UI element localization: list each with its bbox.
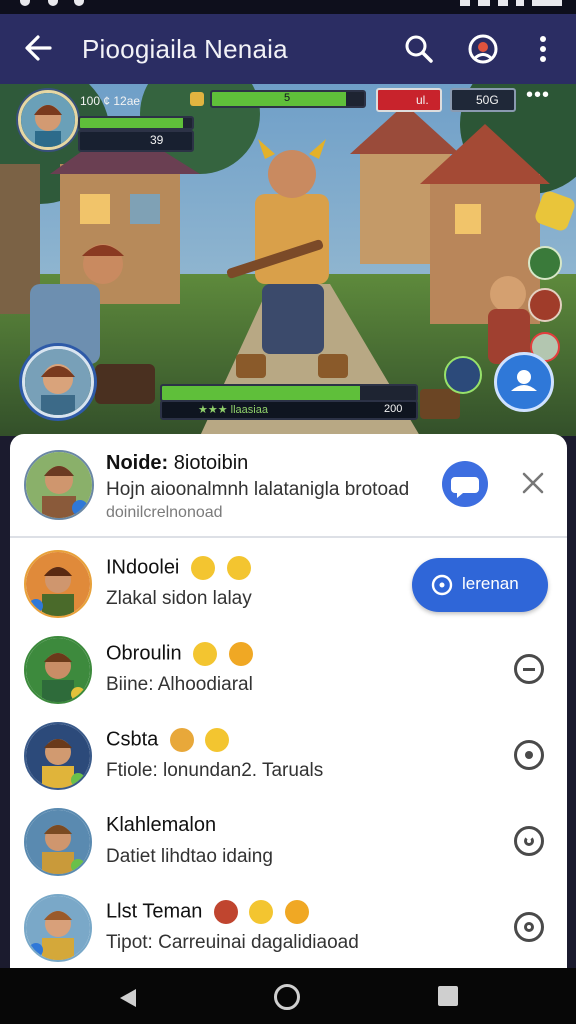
red-badge[interactable]: ul. <box>376 88 442 112</box>
notification-icon <box>20 0 30 6</box>
list-item[interactable]: INdoolei Zlakal sidon lalay lerenan <box>10 542 567 628</box>
player-sub: 39 <box>150 133 164 147</box>
friends-panel: Noide: 8iotoibin Hojn aioonalmnh lalatan… <box>10 434 567 974</box>
chat-title: Noide: 8iotoibin <box>106 452 248 475</box>
mute-icon <box>460 0 470 6</box>
more-icon[interactable]: ••• <box>526 85 556 105</box>
friend-name: Llst Teman <box>106 900 310 924</box>
system-icons <box>460 0 562 8</box>
player-stats: 100 ¢ 12ae <box>80 94 141 108</box>
friend-name: Obroulin <box>106 642 253 666</box>
emoji-icon <box>226 556 251 580</box>
friend-name: Csbta <box>106 728 230 752</box>
friend-name: INdoolei <box>106 556 251 580</box>
chat-title-name: 8iotoibin <box>173 452 249 474</box>
emoji-icon <box>205 728 230 752</box>
player-avatar[interactable] <box>18 90 78 150</box>
remove-friend-icon[interactable] <box>514 654 544 684</box>
friend-status: Ftiole: lonundan2. Taruals <box>106 760 324 781</box>
refresh-icon[interactable] <box>514 826 544 856</box>
clock <box>532 0 562 6</box>
chat-bubble-icon <box>451 477 479 498</box>
nav-home-icon[interactable] <box>274 984 300 1010</box>
friend-avatar <box>24 722 92 790</box>
notification-icon <box>74 0 84 6</box>
wifi-icon <box>478 0 490 6</box>
boss-label: ★★★ llaasiaa <box>198 404 268 416</box>
emoji-icon <box>213 900 238 924</box>
player-xp-box: 39 <box>78 130 194 152</box>
emoji-icon <box>285 900 310 924</box>
friend-name-text: Csbta <box>106 728 159 751</box>
character-portrait[interactable] <box>22 346 94 418</box>
notification-icon <box>48 0 58 6</box>
friend-avatar <box>24 894 92 962</box>
friend-avatar <box>24 808 92 876</box>
skill-icon[interactable] <box>528 288 562 322</box>
invite-button-label: lerenan <box>462 574 519 593</box>
voice-chat-button[interactable] <box>442 461 488 507</box>
friend-status: Biine: Alhoodiaral <box>106 674 253 695</box>
friend-name-text: INdoolei <box>106 556 180 579</box>
app-bar: Pioogiaila Nenaia <box>0 14 576 84</box>
friend-avatar <box>24 636 92 704</box>
list-item[interactable]: Obroulin Biine: Alhoodiaral <box>10 628 567 714</box>
friend-name-text: Obroulin <box>106 642 182 665</box>
emoji-icon <box>193 642 218 666</box>
profile-bubble-button[interactable] <box>494 352 554 412</box>
friend-status: Zlakal sidon lalay <box>106 588 252 609</box>
view-profile-icon[interactable] <box>514 740 544 770</box>
emoji-icon <box>190 556 215 580</box>
chat-line-2: doinilcrelnonoad <box>106 504 223 521</box>
friend-avatar <box>24 550 92 618</box>
view-profile-icon[interactable] <box>514 912 544 942</box>
game-scene[interactable]: 100 ¢ 12ae 39 5 ul. 50G ••• ★★★ llaasiaa… <box>0 84 576 436</box>
system-navigation-bar <box>0 968 576 1024</box>
page-title: Pioogiaila Nenaia <box>82 34 288 64</box>
emoji-icon <box>228 642 253 666</box>
chat-line-1: Hojn aioonalmnh lalatanigla brotoad <box>106 479 410 500</box>
profile-icon[interactable] <box>466 32 500 66</box>
chat-title-prefix: Noide: <box>106 452 169 474</box>
friend-status: Tipot: Carreuinai dagalidiaoad <box>106 932 359 953</box>
nav-back-icon[interactable] <box>116 986 140 1015</box>
coin-counter-value: 50G <box>476 93 499 107</box>
back-arrow-icon[interactable] <box>20 32 56 66</box>
skill-icon[interactable] <box>444 356 482 394</box>
friend-name: Klahlemalon <box>106 814 217 836</box>
nav-recents-icon[interactable] <box>438 986 458 1006</box>
emoji-icon <box>169 728 194 752</box>
stamina-bar: 5 <box>210 90 366 108</box>
friend-name-text: Llst Teman <box>106 900 203 923</box>
player-health-bar <box>78 116 194 130</box>
boss-info-bar: ★★★ llaasiaa 200 <box>160 400 418 420</box>
list-item[interactable]: Llst Teman Tipot: Carreuinai dagalidiaoa… <box>10 886 567 972</box>
chat-header: Noide: 8iotoibin Hojn aioonalmnh lalatan… <box>10 434 567 538</box>
invite-button[interactable]: lerenan <box>412 558 548 612</box>
chat-icon <box>431 574 453 596</box>
red-badge-label: ul. <box>416 93 429 107</box>
skill-icon[interactable] <box>528 246 562 280</box>
signal-icon <box>498 0 508 6</box>
coin-counter: 50G <box>450 88 516 112</box>
more-options-icon[interactable] <box>526 32 560 66</box>
search-icon[interactable] <box>402 32 436 66</box>
boss-value: 200 <box>384 403 403 415</box>
close-icon[interactable] <box>520 470 546 496</box>
list-item[interactable]: Klahlemalon Datiet lihdtao idaing <box>10 800 567 886</box>
battery-icon <box>516 0 524 6</box>
status-bar <box>0 0 576 14</box>
chat-avatar[interactable] <box>24 450 94 520</box>
gold-icon <box>190 92 204 106</box>
list-item[interactable]: Csbta Ftiole: lonundan2. Taruals <box>10 714 567 800</box>
stamina-value: 5 <box>284 92 291 104</box>
emoji-icon <box>249 900 274 924</box>
friend-status: Datiet lihdtao idaing <box>106 846 273 867</box>
